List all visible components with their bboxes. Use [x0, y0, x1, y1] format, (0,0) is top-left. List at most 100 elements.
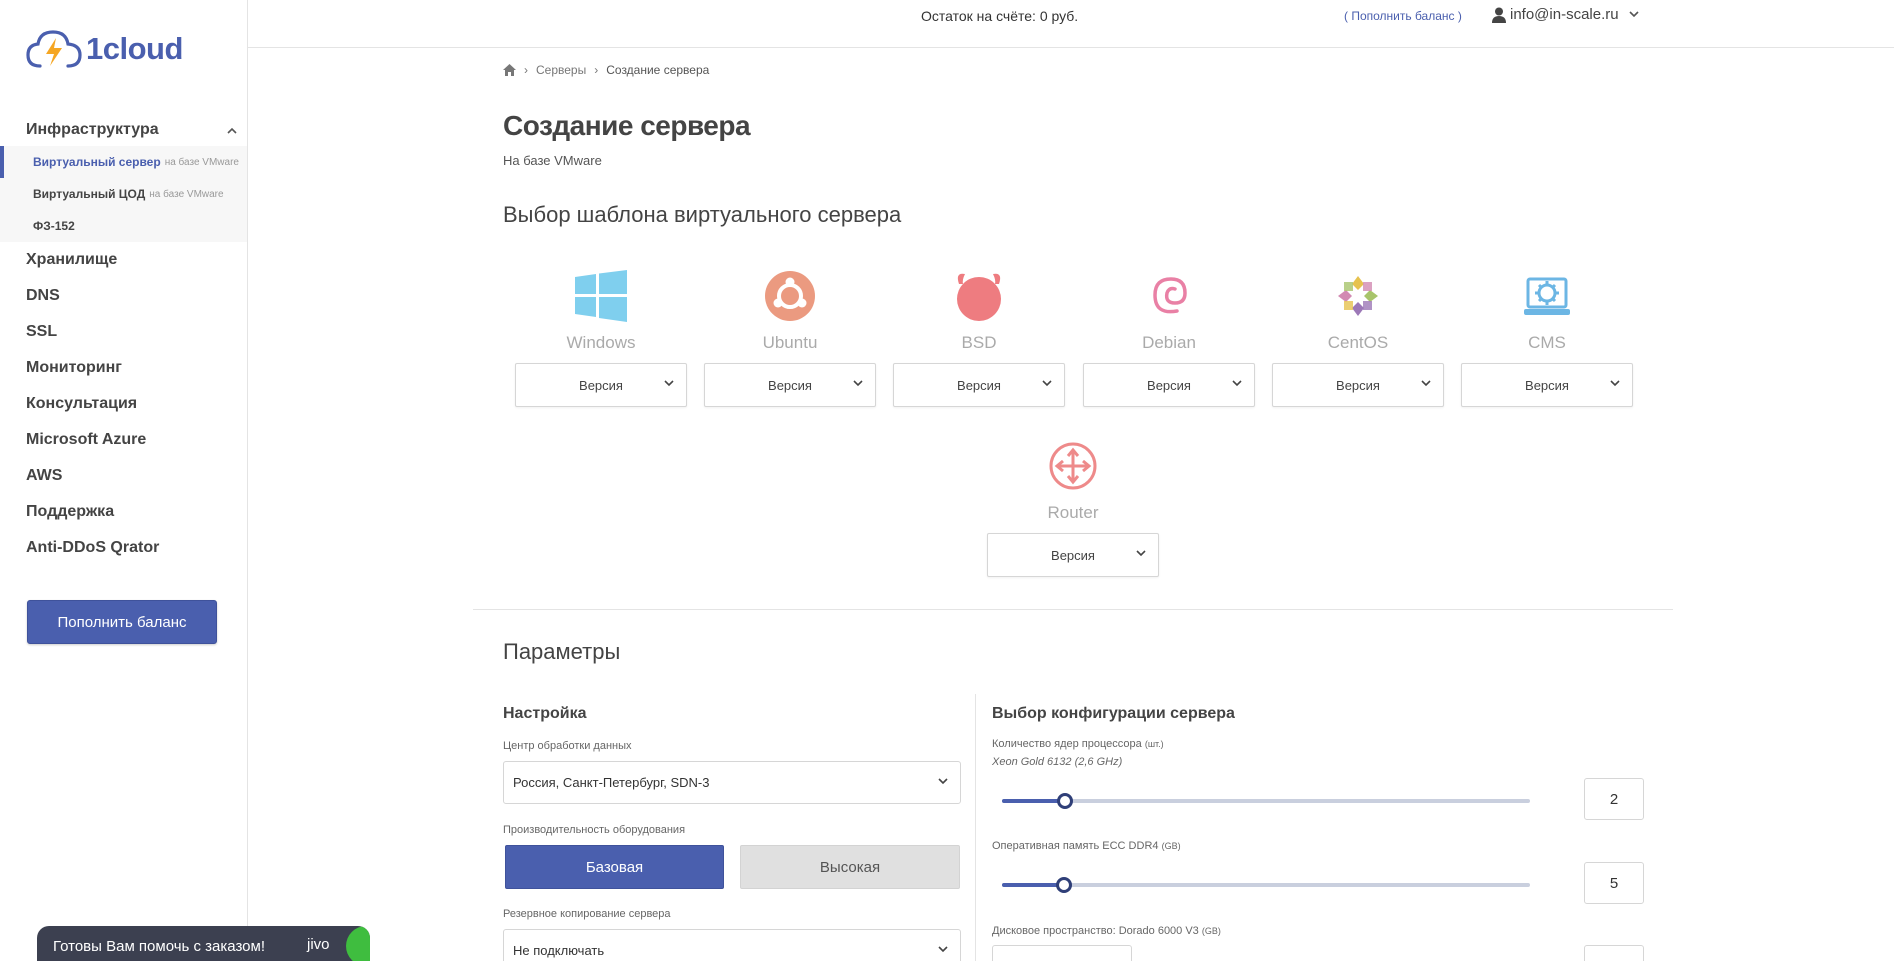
chevron-down-icon: [853, 380, 863, 387]
slider-fill: [1002, 799, 1066, 803]
slider-thumb[interactable]: [1056, 877, 1073, 893]
cpu-label-text: Количество ядер процессора: [992, 738, 1142, 750]
template-windows[interactable]: Windows Версия: [515, 267, 687, 407]
logo[interactable]: 1cloud: [26, 28, 183, 70]
topup-balance-link[interactable]: ( Пополнить баланс ): [1344, 9, 1462, 23]
sidebar-item-ssl[interactable]: SSL: [0, 314, 247, 350]
sidebar-submenu: Виртуальный сервер на базе VMware Виртуа…: [0, 146, 247, 242]
section-divider: [473, 609, 1673, 610]
ram-label-text: Оперативная память ECC DDR4: [992, 840, 1159, 852]
chevron-down-icon: [1421, 380, 1431, 387]
template-name: CentOS: [1327, 333, 1389, 352]
column-divider: [975, 694, 976, 961]
config-title: Выбор конфигурации сервера: [992, 705, 1235, 722]
version-select[interactable]: Версия: [893, 363, 1065, 407]
cpu-slider[interactable]: [1002, 793, 1530, 809]
dc-label: Центр обработки данных: [503, 740, 632, 752]
backup-label: Резервное копирование сервера: [503, 908, 671, 920]
sidebar-item-monitoring[interactable]: Мониторинг: [0, 350, 247, 386]
version-select-label: Версия: [1051, 547, 1095, 563]
ram-slider[interactable]: [1002, 877, 1530, 893]
sidebar-item-label: Виртуальный сервер: [33, 155, 161, 169]
version-select-label: Версия: [579, 377, 623, 393]
version-select-label: Версия: [957, 377, 1001, 393]
ram-unit: (GB): [1161, 841, 1181, 851]
sidebar-item-consulting[interactable]: Консультация: [0, 386, 247, 422]
template-router[interactable]: Router Версия: [987, 437, 1159, 577]
version-select[interactable]: Версия: [987, 533, 1159, 577]
perf-high-button[interactable]: Высокая: [740, 845, 960, 889]
sidebar-item-azure[interactable]: Microsoft Azure: [0, 422, 247, 458]
version-select[interactable]: Версия: [515, 363, 687, 407]
version-select[interactable]: Версия: [1083, 363, 1255, 407]
template-centos[interactable]: CentOS Версия: [1272, 267, 1444, 407]
template-cms[interactable]: CMS Версия: [1461, 267, 1633, 407]
sidebar-item-suffix: на базе VMware: [149, 188, 224, 200]
disk-unit: (GB): [1201, 926, 1221, 936]
sidebar-item-suffix: на базе VMware: [164, 156, 239, 168]
sidebar-item-label: ФЗ-152: [33, 219, 75, 233]
chevron-down-icon: [1232, 380, 1242, 387]
template-name: Debian: [1142, 333, 1196, 352]
topup-balance-button[interactable]: Пополнить баланс: [27, 600, 217, 644]
sidebar-item-virtual-server[interactable]: Виртуальный сервер на базе VMware: [0, 146, 247, 178]
dc-select[interactable]: Россия, Санкт-Петербург, SDN-3: [503, 761, 961, 804]
ram-value-input[interactable]: 5: [1584, 862, 1644, 904]
balance-text: Остаток на счёте: 0 руб.: [921, 8, 1079, 24]
sidebar-item-label: Виртуальный ЦОД: [33, 187, 146, 201]
windows-icon: [515, 267, 687, 325]
chat-widget[interactable]: Готовы Вам помочь с заказом! jivo: [37, 926, 370, 961]
sidebar-item-virtual-dc[interactable]: Виртуальный ЦОД на базе VMware: [0, 178, 247, 210]
slider-fill: [1002, 883, 1065, 887]
template-name: Ubuntu: [762, 333, 818, 352]
disk-label: Дисковое пространство: Dorado 6000 V3 (G…: [992, 925, 1221, 937]
template-name: Windows: [566, 333, 636, 352]
chevron-up-icon: [227, 127, 237, 134]
chat-bubble-icon: [346, 926, 370, 961]
template-bsd[interactable]: BSD Версия: [893, 267, 1065, 407]
breadcrumb-current: Создание сервера: [606, 63, 710, 77]
version-select-label: Версия: [768, 377, 812, 393]
breadcrumb-servers[interactable]: Серверы: [536, 63, 586, 77]
backup-select[interactable]: Не подключать: [503, 929, 961, 961]
slider-track: [1002, 799, 1530, 803]
slider-thumb[interactable]: [1057, 793, 1074, 809]
sidebar-item-storage[interactable]: Хранилище: [0, 242, 247, 278]
user-icon: [1492, 7, 1506, 23]
cpu-hint: Xeon Gold 6132 (2,6 GHz): [992, 756, 1123, 768]
chevron-down-icon: [938, 778, 948, 785]
template-ubuntu[interactable]: Ubuntu Версия: [704, 267, 876, 407]
backup-select-value: Не подключать: [513, 943, 605, 958]
sidebar-item-aws[interactable]: AWS: [0, 458, 247, 494]
sidebar-item-dns[interactable]: DNS: [0, 278, 247, 314]
version-select[interactable]: Версия: [1461, 363, 1633, 407]
chat-text: Готовы Вам помочь с заказом!: [53, 937, 265, 955]
slider-track: [1002, 883, 1530, 887]
version-select-label: Версия: [1336, 377, 1380, 393]
version-select[interactable]: Версия: [1272, 363, 1444, 407]
sidebar-item-fz152[interactable]: ФЗ-152: [0, 210, 247, 242]
sidebar-item-support[interactable]: Поддержка: [0, 494, 247, 530]
sidebar-group-infrastructure[interactable]: Инфраструктура: [0, 114, 247, 146]
breadcrumb: › Серверы › Создание сервера: [503, 63, 709, 77]
dc-select-value: Россия, Санкт-Петербург, SDN-3: [513, 775, 710, 790]
chevron-down-icon: [938, 946, 948, 953]
version-select-label: Версия: [1525, 377, 1569, 393]
cms-gear-icon: [1461, 267, 1633, 325]
home-icon[interactable]: [503, 64, 516, 76]
perf-base-button[interactable]: Базовая: [505, 845, 724, 889]
version-select[interactable]: Версия: [704, 363, 876, 407]
sidebar-item-anti-ddos[interactable]: Anti-DDoS Qrator: [0, 530, 247, 566]
template-debian[interactable]: Debian Версия: [1083, 267, 1255, 407]
chevron-down-icon: [1610, 380, 1620, 387]
disk-value-input[interactable]: [1584, 945, 1644, 961]
centos-icon: [1272, 267, 1444, 325]
disk-type-select[interactable]: [992, 945, 1132, 961]
user-menu[interactable]: info@in-scale.ru: [1492, 6, 1643, 23]
top-header: Остаток на счёте: 0 руб. ( Пополнить бал…: [248, 0, 1894, 48]
ubuntu-icon: [704, 267, 876, 325]
chevron-down-icon: [1042, 380, 1052, 387]
cpu-value-input[interactable]: 2: [1584, 778, 1644, 820]
cpu-label: Количество ядер процессора (шт.): [992, 738, 1164, 750]
disk-label-text: Дисковое пространство: Dorado 6000 V3: [992, 925, 1199, 937]
